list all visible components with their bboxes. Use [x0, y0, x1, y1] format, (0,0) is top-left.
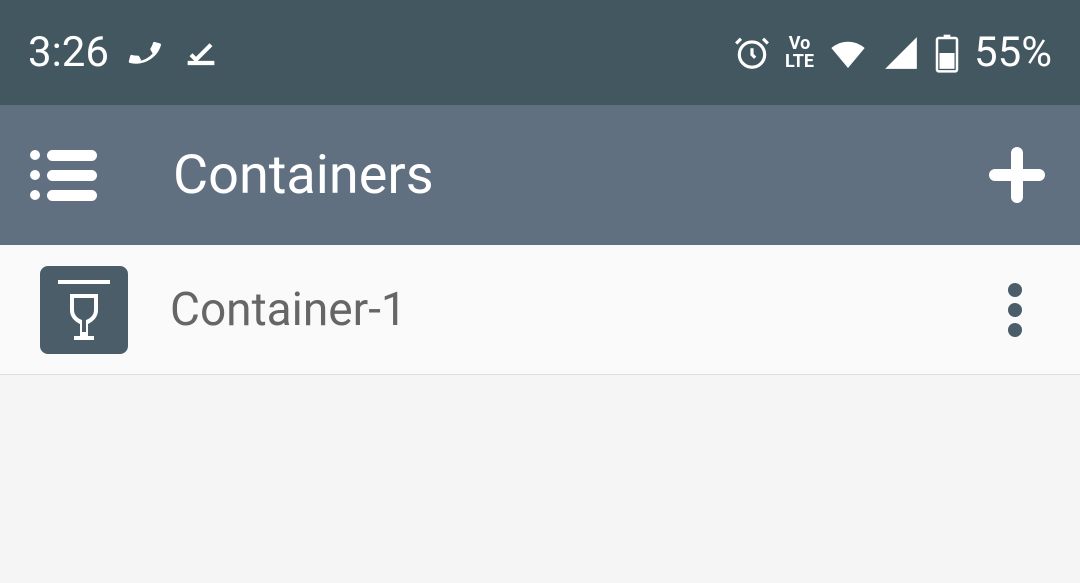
status-left: 3:26: [28, 28, 221, 77]
list-item[interactable]: Container-1: [0, 245, 1080, 375]
more-vertical-icon: [1007, 282, 1023, 338]
page-title: Containers: [173, 144, 982, 207]
list-menu-icon: [29, 147, 97, 203]
checkmark-icon: [181, 33, 221, 73]
signal-icon: [882, 34, 920, 72]
app-bar: Containers: [0, 105, 1080, 245]
time: 3:26: [28, 28, 109, 77]
menu-button[interactable]: [28, 140, 98, 210]
more-button[interactable]: [990, 285, 1040, 335]
plus-icon: [985, 143, 1049, 207]
battery-icon: [934, 33, 960, 73]
content: Container-1: [0, 245, 1080, 375]
status-bar: 3:26 Vo LTE: [0, 0, 1080, 105]
alarm-icon: [733, 34, 771, 72]
volte-icon: Vo LTE: [785, 35, 814, 71]
container-icon: [40, 266, 128, 354]
battery-percent: 55%: [974, 28, 1052, 77]
add-button[interactable]: [982, 140, 1052, 210]
status-right: Vo LTE 55%: [733, 28, 1052, 77]
item-label: Container-1: [170, 283, 990, 337]
wifi-icon: [828, 33, 868, 73]
phone-icon: [127, 35, 163, 71]
